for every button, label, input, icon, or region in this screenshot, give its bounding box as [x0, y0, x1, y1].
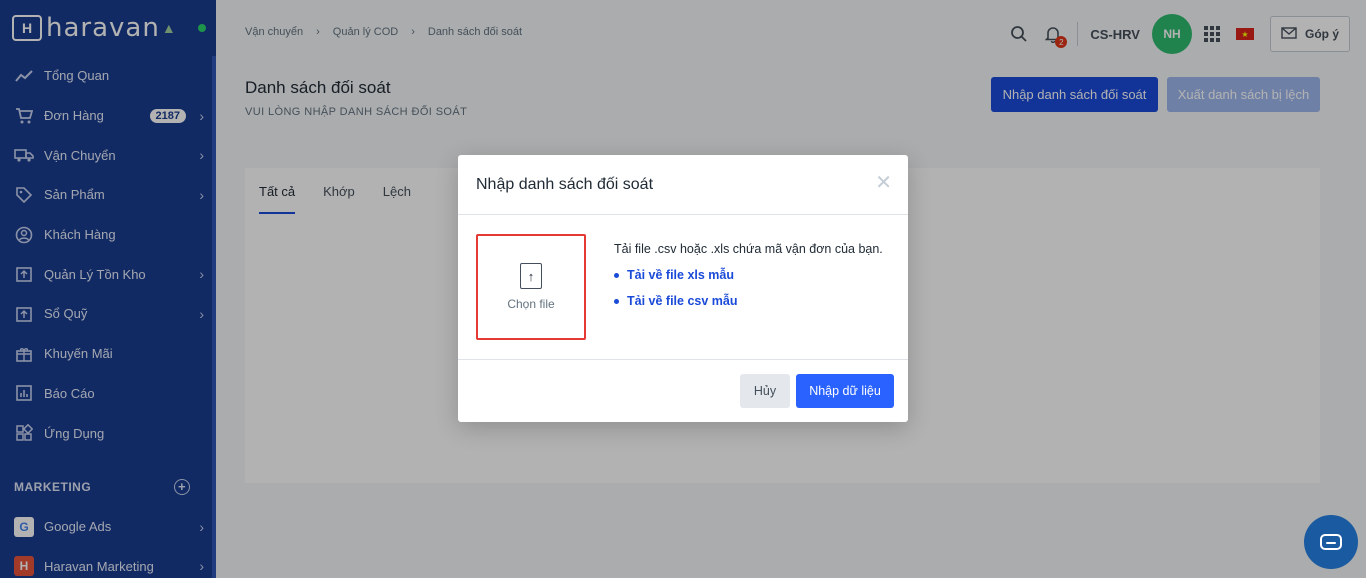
upload-description: Tải file .csv hoặc .xls chứa mã vận đơn …: [614, 242, 883, 256]
choose-file-dropzone[interactable]: ↑ Chọn file: [476, 234, 586, 340]
chat-icon: [1320, 534, 1342, 550]
import-data-button[interactable]: Nhập dữ liệu: [796, 374, 894, 408]
download-csv-template-link[interactable]: Tải về file csv mẫu: [627, 294, 737, 308]
list-item: Tải về file csv mẫu: [614, 294, 883, 308]
import-modal: Nhập danh sách đối soát ✕ ↑ Chọn file Tả…: [458, 155, 908, 422]
modal-footer: Hủy Nhập dữ liệu: [458, 360, 908, 421]
list-item: Tải về file xls mẫu: [614, 268, 883, 282]
cancel-button[interactable]: Hủy: [740, 374, 790, 408]
upload-info: Tải file .csv hoặc .xls chứa mã vận đơn …: [614, 242, 883, 320]
modal-header: Nhập danh sách đối soát ✕: [458, 155, 908, 215]
modal-title: Nhập danh sách đối soát: [476, 175, 654, 193]
bullet-icon: [614, 298, 619, 304]
download-xls-template-link[interactable]: Tải về file xls mẫu: [627, 268, 734, 282]
file-upload-icon: ↑: [520, 263, 542, 289]
chat-button[interactable]: [1304, 515, 1358, 569]
modal-body: ↑ Chọn file Tải file .csv hoặc .xls chứa…: [458, 215, 908, 360]
close-icon[interactable]: ✕: [875, 173, 892, 193]
bullet-icon: [614, 272, 619, 278]
template-links: Tải về file xls mẫu Tải về file csv mẫu: [614, 268, 883, 308]
choose-file-label: Chọn file: [507, 297, 555, 311]
